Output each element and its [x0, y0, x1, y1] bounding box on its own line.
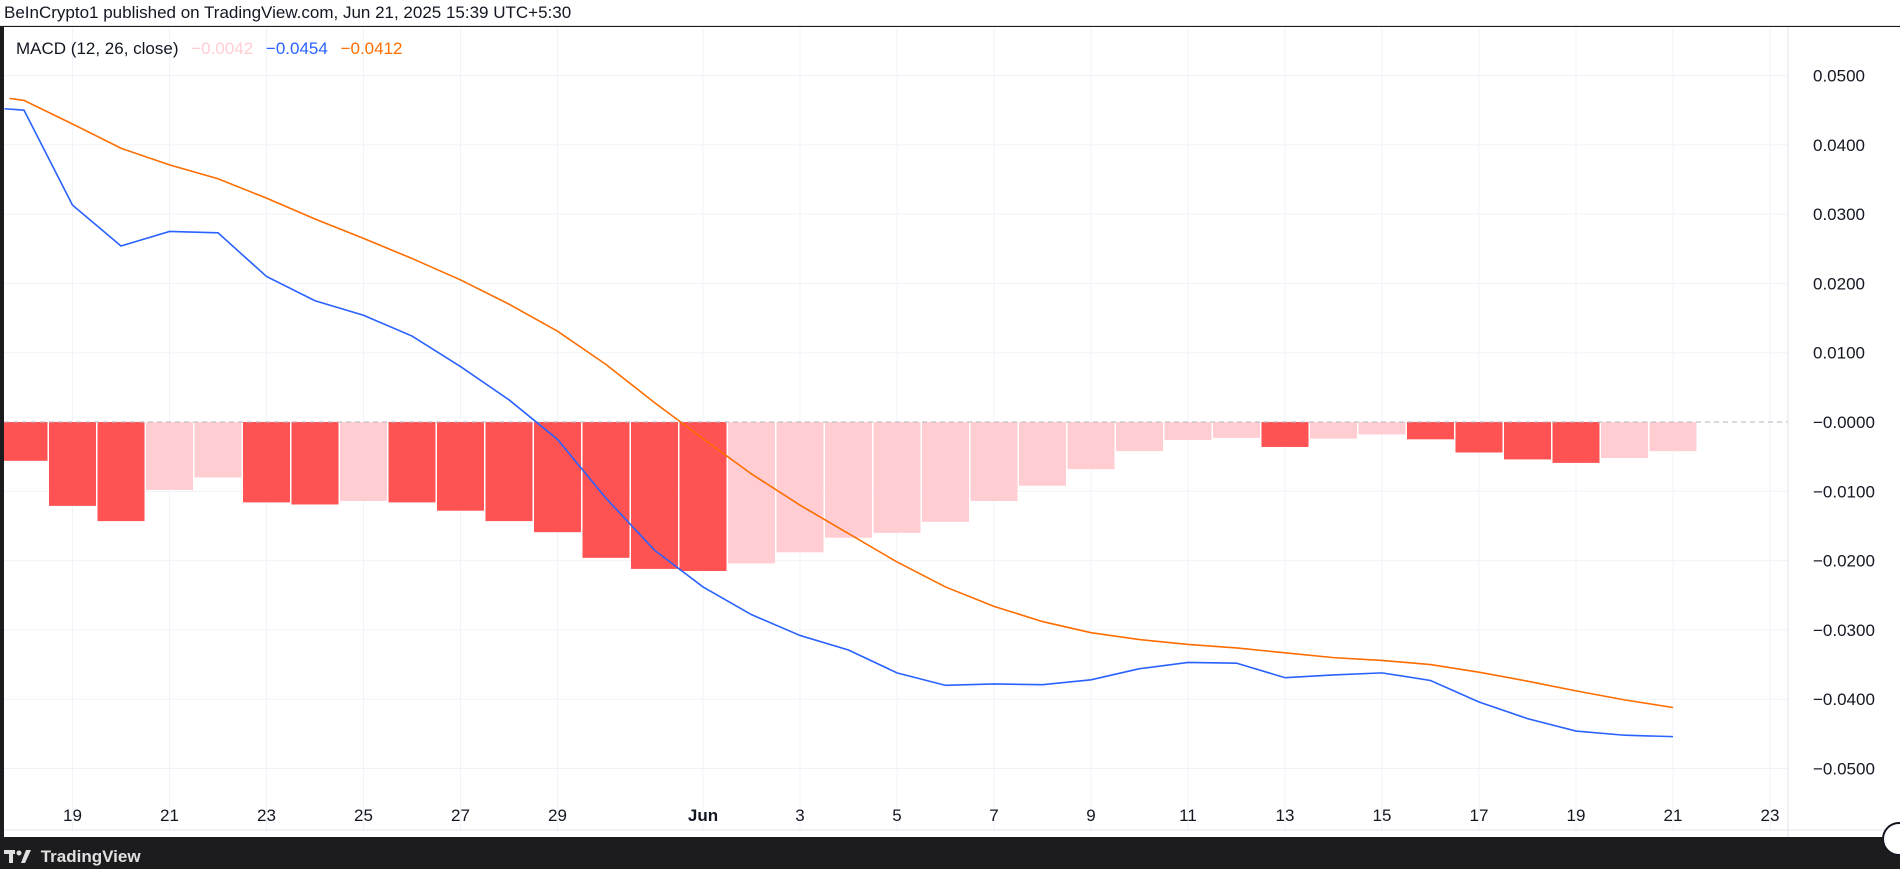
histogram-bar: [194, 422, 242, 478]
macd-chart[interactable]: 0.0500 0.0400 0.0300 0.0200 0.0100 −0.0000 −0.…: [4, 27, 1900, 837]
histogram-bar: [776, 422, 824, 553]
histogram-bar: [1067, 422, 1115, 470]
indicator-legend[interactable]: MACD (12, 26, close) −0.0042 −0.0454 −0.…: [16, 39, 411, 59]
histogram-bar: [291, 422, 339, 505]
x-tick-label: 19: [63, 806, 82, 825]
macd-chart-panel[interactable]: 0.0500 0.0400 0.0300 0.0200 0.0100 −0.0000 −0.…: [4, 27, 1900, 837]
histogram-bar: [582, 422, 630, 558]
x-tick-label: 21: [160, 806, 179, 825]
time-axis[interactable]: 19 21 23 25 27 29 Jun 3 5 7 9 11 13 15 17 19 21 23: [63, 806, 1779, 825]
histogram-bar: [4, 422, 48, 461]
y-tick-label: −0.0300: [1813, 621, 1875, 640]
indicator-lines: [4, 97, 1674, 738]
histogram-bar: [922, 422, 969, 522]
histogram-bar: [1261, 422, 1309, 447]
histogram-bar: [1358, 422, 1406, 435]
x-tick-label: 17: [1470, 806, 1489, 825]
y-tick-label: 0.0400: [1813, 136, 1865, 155]
macd-value: −0.0454: [265, 39, 328, 58]
x-tick-label: 3: [795, 806, 804, 825]
y-tick-label: 0.0200: [1813, 274, 1865, 293]
x-tick-label: 7: [989, 806, 998, 825]
y-tick-label: −0.0500: [1813, 760, 1875, 779]
x-tick-label: 29: [548, 806, 567, 825]
indicator-title: MACD (12, 26, close): [16, 39, 179, 58]
histogram-bar: [243, 422, 290, 503]
y-tick-label: 0.0500: [1813, 67, 1865, 86]
histogram-bar: [437, 422, 484, 511]
x-tick-label: 9: [1086, 806, 1095, 825]
histogram-bar: [146, 422, 193, 490]
y-tick-label: −0.0000: [1813, 413, 1875, 432]
histogram-bar: [340, 422, 387, 502]
histogram-bar: [631, 422, 678, 569]
x-tick-label: 13: [1276, 806, 1295, 825]
histogram-bar: [388, 422, 436, 503]
histogram-bar: [1552, 422, 1600, 463]
histogram-value: −0.0042: [191, 39, 254, 58]
price-axis[interactable]: 0.0500 0.0400 0.0300 0.0200 0.0100 −0.0000 −0.…: [1813, 67, 1875, 779]
histogram-bar: [1407, 422, 1454, 440]
x-tick-label: 11: [1179, 806, 1197, 825]
histogram-bar: [1164, 422, 1212, 441]
tradingview-logo[interactable]: TradingView: [4, 847, 141, 867]
footer-bar: TradingView: [0, 837, 1900, 869]
y-tick-label: −0.0200: [1813, 552, 1875, 571]
histogram-bar: [49, 422, 96, 506]
histogram-bar: [1310, 422, 1357, 439]
histogram-bar: [97, 422, 145, 522]
histogram-bar: [825, 422, 872, 538]
histogram-bar: [1116, 422, 1163, 452]
y-tick-label: −0.0100: [1813, 482, 1875, 501]
x-tick-label: 5: [892, 806, 901, 825]
x-tick-label: 19: [1567, 806, 1586, 825]
histogram-bar: [1455, 422, 1503, 453]
publisher-text: BeInCrypto1 published on TradingView.com…: [4, 3, 572, 22]
histogram-bar: [1213, 422, 1260, 438]
signal-value: −0.0412: [340, 39, 403, 58]
histogram-bar: [1601, 422, 1648, 459]
x-tick-label: 25: [354, 806, 373, 825]
publisher-header: BeInCrypto1 published on TradingView.com…: [0, 0, 1900, 26]
histogram-bar: [485, 422, 533, 522]
y-tick-label: −0.0400: [1813, 690, 1875, 709]
histogram-bars: [4, 422, 1697, 571]
y-tick-label: 0.0300: [1813, 205, 1865, 224]
histogram-bar: [970, 422, 1018, 502]
x-tick-label: 21: [1664, 806, 1683, 825]
y-tick-label: 0.0100: [1813, 344, 1865, 363]
histogram-bar: [1019, 422, 1066, 486]
histogram-bar: [728, 422, 775, 564]
x-tick-label: 23: [257, 806, 276, 825]
x-tick-label: 27: [451, 806, 470, 825]
signal-line: [9, 97, 1674, 709]
histogram-bar: [1504, 422, 1551, 460]
histogram-bar: [1649, 422, 1697, 452]
x-tick-label: 23: [1761, 806, 1780, 825]
tradingview-logo-icon: [4, 850, 31, 863]
histogram-bar: [679, 422, 727, 571]
x-tick-label: 15: [1373, 806, 1392, 825]
x-tick-label: Jun: [688, 806, 718, 825]
histogram-bar: [873, 422, 921, 533]
tradingview-brand: TradingView: [40, 847, 141, 866]
